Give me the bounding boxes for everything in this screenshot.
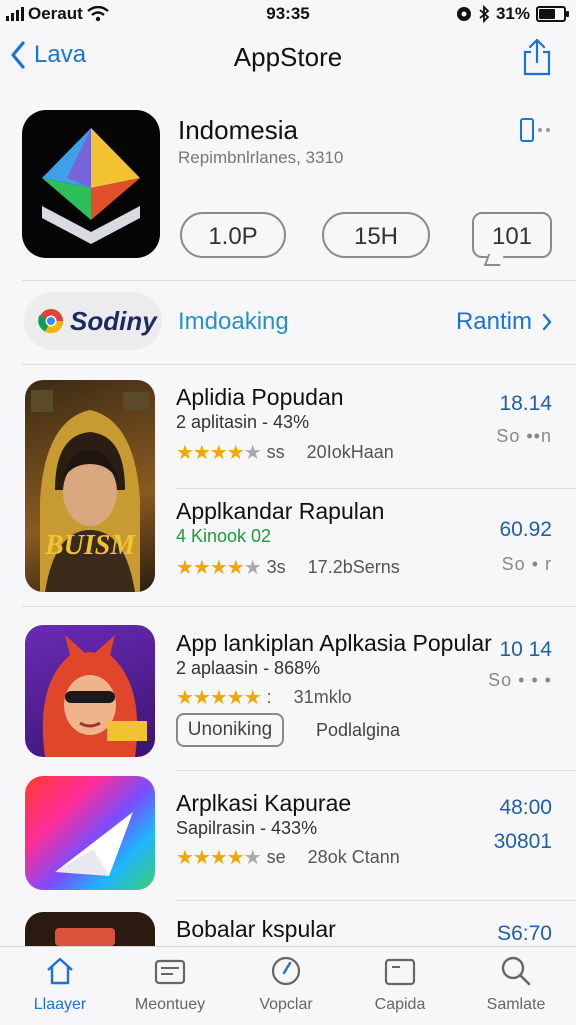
navigation-bar: Lava AppStore [0,30,576,90]
battery-icon [536,6,569,22]
prism-logo-icon [42,128,140,244]
size-pill[interactable]: 15H [322,212,430,258]
app-side-label: Podlalgina [316,720,401,740]
app-price[interactable]: 18.14 [499,392,552,416]
speech-tail-icon [483,254,505,266]
divider [176,488,576,489]
featured-app-name: Indomesia [178,115,298,145]
status-right: 31% [456,4,569,24]
arrow-logo-icon [55,812,133,876]
home-icon [47,957,73,985]
chrome-icon [38,309,63,334]
app-rating: ★★★★★ se 28ok Ctann [176,845,400,870]
star-rating-icon: ★★★★★ [176,557,262,579]
tab-explore[interactable]: Vopclar [236,955,336,1014]
app-rating: ★★★★★ : 31mklo [176,685,352,710]
category-tag-label: Sodiny [70,305,157,336]
review-count: 31mklo [293,687,352,707]
app-rating: ★★★★★ ss 20IokHaan [176,440,394,465]
divider [176,770,576,771]
messages-pill[interactable]: 101 [472,212,552,258]
star-rating-icon: ★★★★★ [176,847,262,869]
app-action-button[interactable]: Unoniking [176,713,284,747]
share-icon [523,38,551,76]
featured-app-icon[interactable] [22,110,160,258]
app-title[interactable]: App lankiplan Aplkasia Popular [176,630,492,657]
share-button[interactable] [522,38,552,81]
app-title[interactable]: Applkandar Rapulan [176,498,384,525]
category-label: Imdoaking [178,308,289,335]
bluetooth-icon [479,5,490,23]
search-icon [501,956,531,986]
star-rating-icon: ★★★★★ [176,442,262,464]
star-rating-icon: ★★★★★ [176,687,262,709]
divider [22,364,576,365]
app-meta: 30801 [493,830,552,853]
masked-hero-icon [42,635,147,757]
rating-pill[interactable]: 1.0P [180,212,286,258]
rating-suffix: se [266,847,286,867]
app-subtitle: 4 Kinook 02 [176,526,272,546]
tab-label: Samlate [486,996,546,1013]
more-dot-icon [538,128,542,132]
app-icon-hero[interactable] [25,625,155,757]
tab-label: Meontuey [134,996,206,1013]
more-dot-icon [546,128,550,132]
app-subtitle: 2 aplaasin - 868% [176,658,321,678]
app-icon-caption: BUISM [45,530,136,561]
divider [176,900,576,901]
divider [22,280,576,281]
tab-updates[interactable]: Capida [350,955,450,1014]
app-price[interactable]: S6:70 [497,922,552,946]
tab-today[interactable]: Llaayer [10,955,110,1014]
more-options-button[interactable] [520,118,550,142]
app-price[interactable]: 60.92 [499,518,552,542]
rating-suffix: : [266,687,272,707]
app-subtitle: Sapilrasin - 433% [176,818,318,838]
page-title: AppStore [233,42,343,72]
app-title[interactable]: Aplidia Popudan [176,384,344,411]
app-subtitle: 2 aplitasin - 43% [176,412,310,432]
app-icon-partial[interactable] [25,912,155,946]
app-meta: So • • • [488,670,552,690]
app-rating: ★★★★★ 3s 17.2bSerns [176,555,400,580]
app-icon-game[interactable]: BUISM [25,380,155,592]
divider [22,606,576,607]
app-title[interactable]: Bobalar kspular [176,916,336,943]
tab-search[interactable]: Samlate [466,955,566,1014]
location-icon [456,7,471,21]
see-all-label: Rantim [455,308,532,335]
tab-games[interactable]: Meontuey [120,955,220,1014]
more-box-icon [520,118,534,142]
featured-app-subtitle: Repimbnlrlanes, 3310 [178,148,344,167]
tab-label: Llaayer [33,996,87,1013]
window-icon [384,958,416,986]
partial-icon-detail [55,928,115,946]
rating-suffix: ss [266,442,285,462]
app-price[interactable]: 48:00 [499,796,552,820]
rating-suffix: 3s [266,557,286,577]
apps-icon [154,959,186,985]
app-meta: So ••n [496,426,552,446]
review-count: 17.2bSerns [307,557,400,577]
tab-label: Vopclar [259,996,313,1013]
category-tag-button[interactable]: Sodiny [24,292,162,350]
review-count: 20IokHaan [306,442,394,462]
app-meta: So • r [501,554,552,574]
tab-bar: Llaayer Meontuey Vopclar Capida Samlate [0,946,576,1025]
app-title[interactable]: Arplkasi Kapurae [176,790,351,817]
app-price[interactable]: 10 14 [499,638,552,662]
see-all-link[interactable]: Rantim [456,308,552,336]
app-icon-arrow[interactable] [25,776,155,890]
tab-label: Capida [374,996,426,1013]
compass-icon [271,956,301,986]
review-count: 28ok Ctann [307,847,400,867]
battery-percentage: 31% [495,4,530,23]
chevron-right-icon [542,313,552,331]
status-bar: Oeraut 93:35 31% [0,0,576,30]
